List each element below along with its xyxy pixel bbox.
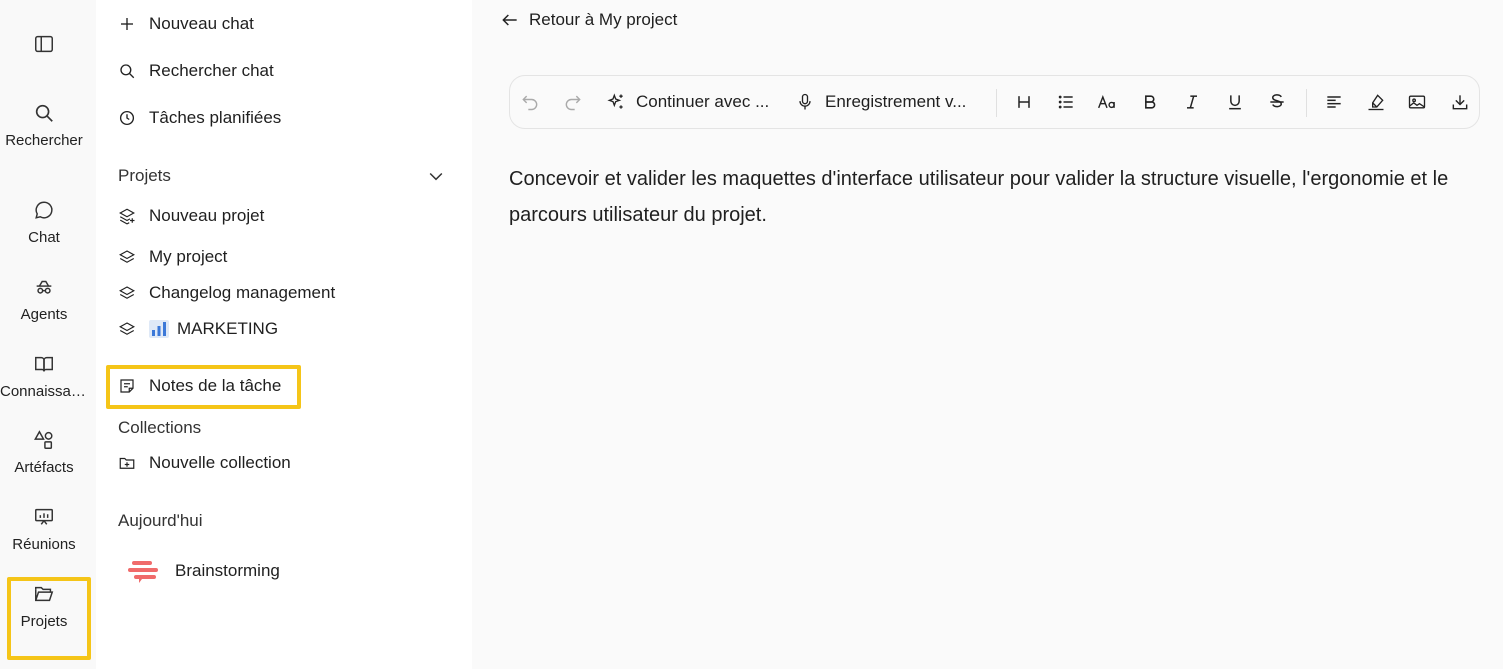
recording-label: Enregistrement v... (825, 92, 967, 111)
collections-heading: Collections (118, 418, 202, 437)
project-item-changelog[interactable]: Changelog management (118, 283, 335, 303)
rail-item-label: Réunions (12, 536, 76, 553)
editor-toolbar: Continuer avec ... Enregistrement v... (509, 75, 1480, 129)
back-link[interactable]: Retour à My project (500, 10, 677, 30)
bold-button[interactable] (1140, 91, 1160, 113)
sidebar: Nouveau chat Rechercher chat Tâches plan… (96, 0, 472, 669)
underline-button[interactable] (1225, 91, 1245, 113)
undo-icon (522, 95, 538, 111)
new-project-button[interactable]: Nouveau projet (118, 206, 264, 226)
redo-button[interactable] (563, 91, 583, 113)
new-collection-label: Nouvelle collection (149, 453, 291, 472)
new-chat-label: Nouveau chat (149, 14, 254, 33)
image-icon (1408, 95, 1426, 109)
highlight-button[interactable] (1366, 91, 1386, 113)
projets-highlight-box (7, 577, 91, 660)
agents-icon (36, 280, 52, 294)
scheduled-tasks-button[interactable]: Tâches planifiées (118, 108, 281, 128)
underline-icon (1229, 95, 1241, 110)
insert-image-button[interactable] (1407, 91, 1427, 113)
brainstorm-icon (128, 561, 158, 583)
project-item-my-project[interactable]: My project (118, 247, 227, 267)
rail-item-label: Connaissanc... (0, 383, 88, 400)
redo-icon (565, 95, 581, 111)
bar-chart-icon (149, 320, 169, 338)
chat-item-brainstorming[interactable]: Brainstorming (128, 558, 280, 584)
new-collection-button[interactable]: Nouvelle collection (118, 453, 291, 473)
rail-item-reunions[interactable]: Réunions (0, 506, 88, 553)
projects-heading: Projets (118, 166, 171, 185)
search-chat-label: Rechercher chat (149, 61, 274, 80)
rail-item-label: Rechercher (5, 132, 83, 149)
clock-icon (119, 110, 135, 126)
strikethrough-button[interactable] (1267, 91, 1287, 113)
arrow-left-icon (502, 14, 517, 26)
project-item-marketing[interactable]: MARKETING (118, 319, 278, 339)
continue-with-label: Continuer avec ... (636, 92, 770, 111)
bold-icon (1145, 95, 1156, 109)
sidebar-toggle-icon[interactable] (33, 33, 55, 55)
strikethrough-icon (1270, 94, 1284, 108)
continue-with-button[interactable]: Continuer avec ... (606, 91, 769, 113)
chat-bubble-icon (35, 201, 53, 219)
undo-button[interactable] (520, 91, 540, 113)
rail-item-label: Chat (28, 229, 60, 246)
project-label: Changelog management (149, 283, 336, 302)
today-heading: Aujourd'hui (118, 511, 203, 530)
presentation-icon (35, 508, 53, 525)
toolbar-divider (1306, 89, 1307, 117)
rail-item-agents[interactable]: Agents (0, 276, 88, 323)
rail-item-label: Agents (20, 306, 68, 323)
rail-item-chat[interactable]: Chat (0, 199, 88, 246)
recording-button[interactable]: Enregistrement v... (795, 91, 966, 113)
search-chat-button[interactable]: Rechercher chat (118, 61, 274, 81)
search-icon (120, 64, 135, 79)
chat-item-label: Brainstorming (175, 561, 280, 580)
search-icon (35, 104, 53, 122)
layers-icon (119, 250, 135, 263)
sparkle-icon (607, 93, 623, 109)
scheduled-tasks-label: Tâches planifiées (149, 108, 282, 127)
project-label: MARKETING (177, 319, 279, 338)
project-label: My project (149, 247, 228, 266)
italic-icon (1187, 95, 1197, 109)
toolbar-divider (996, 89, 997, 117)
new-project-label: Nouveau projet (149, 206, 265, 225)
layers-icon (119, 322, 135, 335)
heading-icon (1018, 96, 1030, 108)
bullet-list-icon (1058, 95, 1073, 109)
align-left-button[interactable] (1324, 91, 1344, 113)
shapes-icon (34, 430, 53, 449)
italic-button[interactable] (1182, 91, 1202, 113)
plus-icon (121, 18, 133, 30)
font-size-button[interactable] (1097, 91, 1117, 113)
heading-button[interactable] (1014, 91, 1034, 113)
note-content[interactable]: Concevoir et valider les maquettes d'int… (509, 161, 1484, 233)
layers-icon (119, 286, 135, 299)
layers-plus-icon (119, 208, 135, 225)
download-icon (1452, 95, 1468, 110)
align-left-icon (1327, 96, 1341, 108)
rail-item-connaissances[interactable]: Connaissanc... (0, 353, 88, 400)
download-button[interactable] (1450, 91, 1470, 113)
notes-highlight-box (106, 365, 301, 409)
folder-plus-icon (119, 457, 135, 469)
rail-item-rechercher[interactable]: Rechercher (0, 102, 88, 149)
main-panel: Retour à My project Continuer avec ... E… (472, 0, 1503, 669)
bullet-list-button[interactable] (1056, 91, 1076, 113)
chevron-down-icon[interactable] (426, 166, 446, 186)
font-size-icon (1098, 95, 1115, 109)
back-link-label: Retour à My project (529, 10, 678, 29)
new-chat-button[interactable]: Nouveau chat (118, 14, 254, 34)
highlighter-icon (1368, 94, 1384, 111)
book-icon (35, 356, 53, 372)
left-rail: Rechercher Chat Agents Connaissanc... Ar… (0, 0, 96, 669)
rail-item-artefacts[interactable]: Artéfacts (0, 429, 88, 476)
microphone-icon (799, 93, 811, 110)
rail-item-label: Artéfacts (14, 459, 74, 476)
